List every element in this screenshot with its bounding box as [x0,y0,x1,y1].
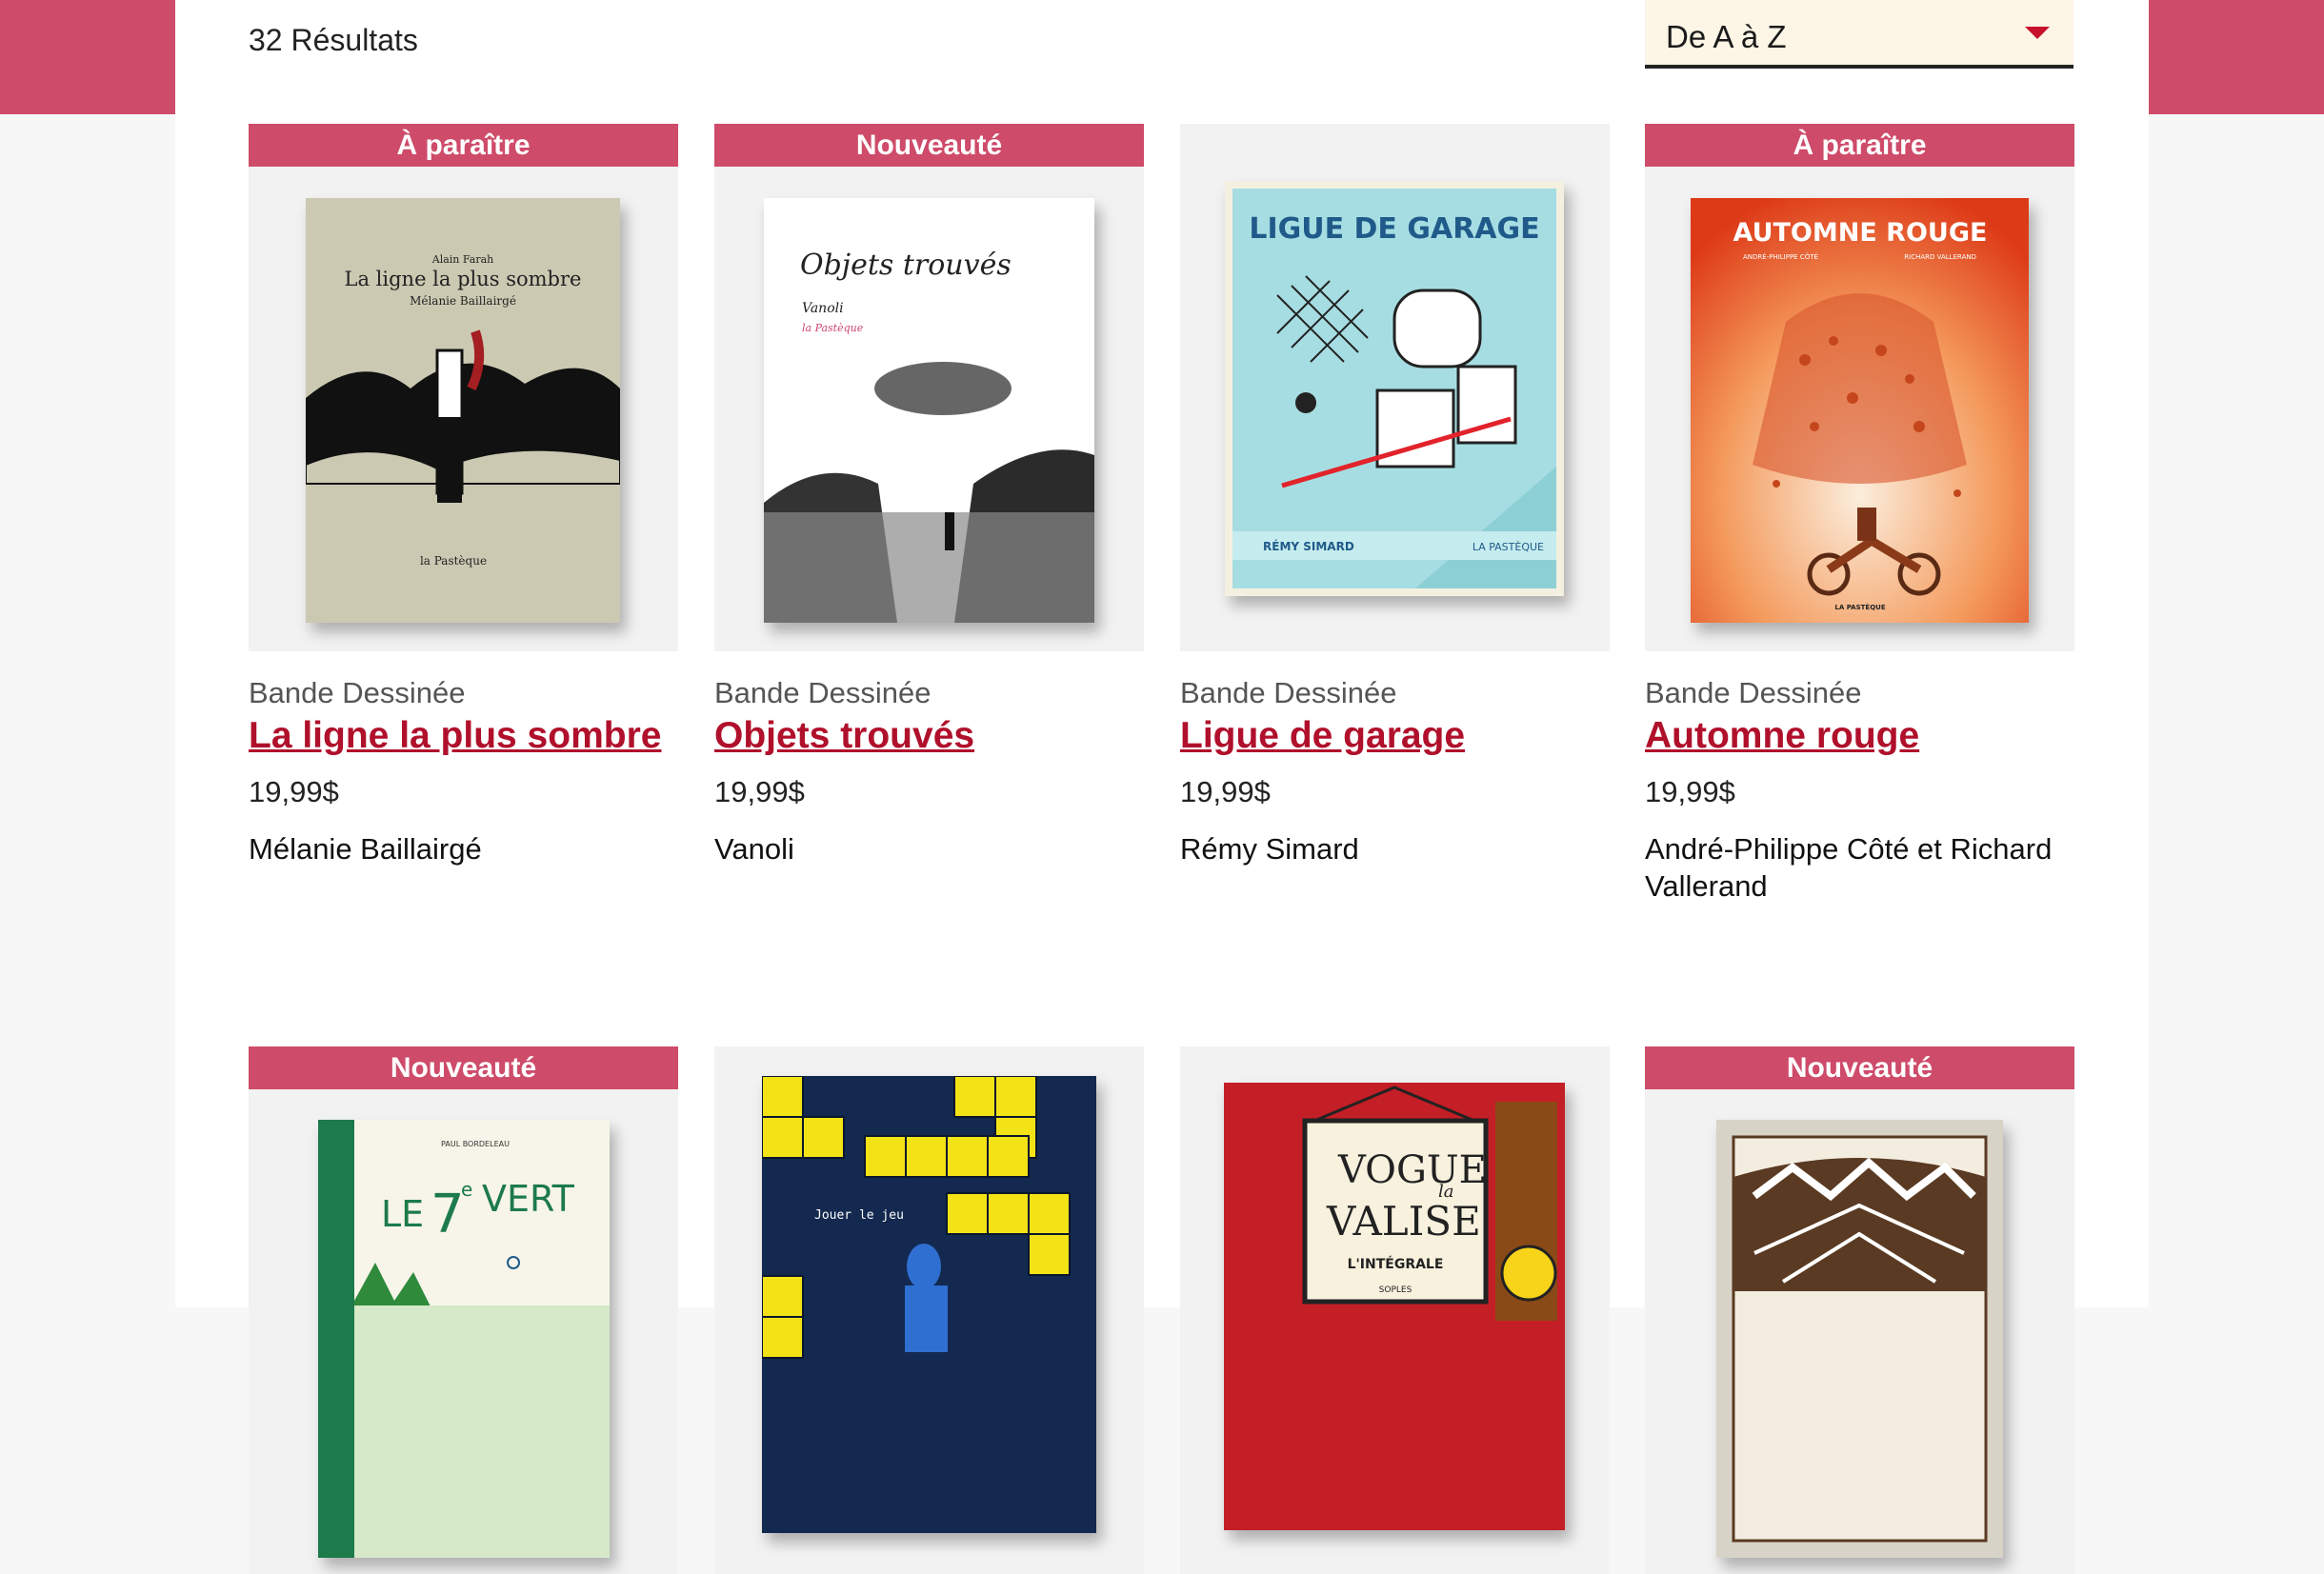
cover-title-c: VALISE [1326,1198,1481,1245]
book-cover-image: AUTOMNE ROUGE ANDRÉ-PHILIPPE CÔTÉ RICHAR… [1691,198,2029,623]
sort-selected-value: De A à Z [1666,19,1787,54]
product-card: Jouer le jeu [714,1046,1144,1574]
cover-publisher: LA PASTÈQUE [1473,541,1544,553]
cover-left-name: ANDRÉ-PHILIPPE CÔTÉ [1743,252,1818,261]
product-category: Bande Dessinée [1180,676,1397,709]
product-card: À paraître Alain Farah La ligne la plus … [249,124,678,867]
cover-subtitle: Vanoli [802,301,844,316]
cover-publisher: la Pastèque [420,554,487,568]
product-badge: À paraître [1645,124,2074,167]
product-price: 19,99$ [1180,775,1271,808]
cover-subtitle: Mélanie Baillairgé [410,294,516,308]
book-cover-image: PAUL BORDELEAU LE 7 e VERT [318,1120,610,1558]
results-panel: 32 Résultats De A à Z À paraître Alain F… [175,0,2149,1574]
cover-publisher: LA PASTÈQUE [1834,603,1885,611]
product-card: VOGUE la VALISE L'INTÉGRALE SOPLES [1180,1046,1610,1574]
product-card: À paraître AUTOMNE ROUGE ANDRÉ-PHILIPPE … [1645,124,2074,905]
cover-publisher: la Pastèque [802,322,864,334]
book-cover-image [1716,1120,2003,1558]
product-author: Vanoli [714,832,794,866]
header-band-right [2149,0,2324,114]
cover-top-small: Alain Farah [431,253,493,266]
cover-publisher: SOPLES [1379,1285,1412,1295]
cover-title: AUTOMNE ROUGE [1733,218,1988,248]
product-cover-link[interactable]: LIGUE DE GARAGE RÉMY SIMARD LA PASTÈQUE [1180,124,1610,651]
book-cover-image: Objets trouvés Vanoli la Pastèque [764,198,1094,623]
product-card: Nouveauté PAUL BORDELEAU LE 7 e VERT [249,1046,678,1574]
product-category: Bande Dessinée [714,676,932,709]
sort-select[interactable]: De A à Z [1645,0,2074,69]
product-badge: Nouveauté [1645,1046,2074,1089]
product-cover-link[interactable]: À paraître AUTOMNE ROUGE ANDRÉ-PHILIPPE … [1645,124,2074,651]
cover-title-sup: e [461,1178,472,1201]
product-badge: Nouveauté [714,124,1144,167]
product-badge: Nouveauté [249,1046,678,1089]
product-card: Nouveauté [1645,1046,2074,1574]
product-category: Bande Dessinée [249,676,466,709]
product-badge: À paraître [249,124,678,167]
product-category: Bande Dessinée [1645,676,1862,709]
product-title-link[interactable]: Automne rouge [1645,714,2074,758]
product-price: 19,99$ [714,775,805,808]
product-title-link[interactable]: Objets trouvés [714,714,1144,758]
cover-author: RÉMY SIMARD [1263,539,1354,553]
product-price: 19,99$ [1645,775,1735,808]
product-card: Nouveauté Objets trouvés Vanoli la Pastè… [714,124,1144,867]
results-count: 32 Résultats [249,23,418,57]
book-cover-image: LIGUE DE GARAGE RÉMY SIMARD LA PASTÈQUE [1225,181,1564,596]
product-cover-link[interactable]: Nouveauté PAUL BORDELEAU LE 7 e VERT [249,1046,678,1574]
book-cover-image: Alain Farah La ligne la plus sombre Méla… [306,198,620,623]
cover-subtitle: L'INTÉGRALE [1348,1256,1444,1272]
caret-down-icon [2025,27,2050,39]
product-card: LIGUE DE GARAGE RÉMY SIMARD LA PASTÈQUE … [1180,124,1610,867]
product-cover-link[interactable]: VOGUE la VALISE L'INTÉGRALE SOPLES [1180,1046,1610,1574]
product-author: Rémy Simard [1180,832,1359,866]
header-band-left [0,0,175,114]
cover-title-c: VERT [482,1178,575,1220]
product-cover-link[interactable]: À paraître Alain Farah La ligne la plus … [249,124,678,651]
product-cover-link[interactable]: Jouer le jeu [714,1046,1144,1574]
product-cover-link[interactable]: Nouveauté Objets trouvés Vanoli la Pastè… [714,124,1144,651]
book-cover-image: Jouer le jeu [762,1076,1096,1533]
cover-title: La ligne la plus sombre [345,268,582,290]
cover-top-small: PAUL BORDELEAU [441,1140,510,1148]
book-cover-image: VOGUE la VALISE L'INTÉGRALE SOPLES [1224,1083,1565,1530]
product-author: Mélanie Baillairgé [249,832,482,866]
cover-title: LIGUE DE GARAGE [1249,212,1539,246]
product-cover-link[interactable]: Nouveauté [1645,1046,2074,1574]
cover-title-b: 7 [431,1184,465,1245]
product-author: André-Philippe Côté et Richard Vallerand [1645,832,2053,903]
product-title-link[interactable]: La ligne la plus sombre [249,714,678,758]
cover-title-a: LE [381,1193,424,1235]
product-title-link[interactable]: Ligue de garage [1180,714,1610,758]
cover-side-text: Jouer le jeu [814,1208,904,1223]
product-price: 19,99$ [249,775,339,808]
cover-title-a: VOGUE [1337,1148,1487,1192]
cover-title: Objets trouvés [800,249,1012,282]
cover-right-name: RICHARD VALLERAND [1904,253,1976,261]
